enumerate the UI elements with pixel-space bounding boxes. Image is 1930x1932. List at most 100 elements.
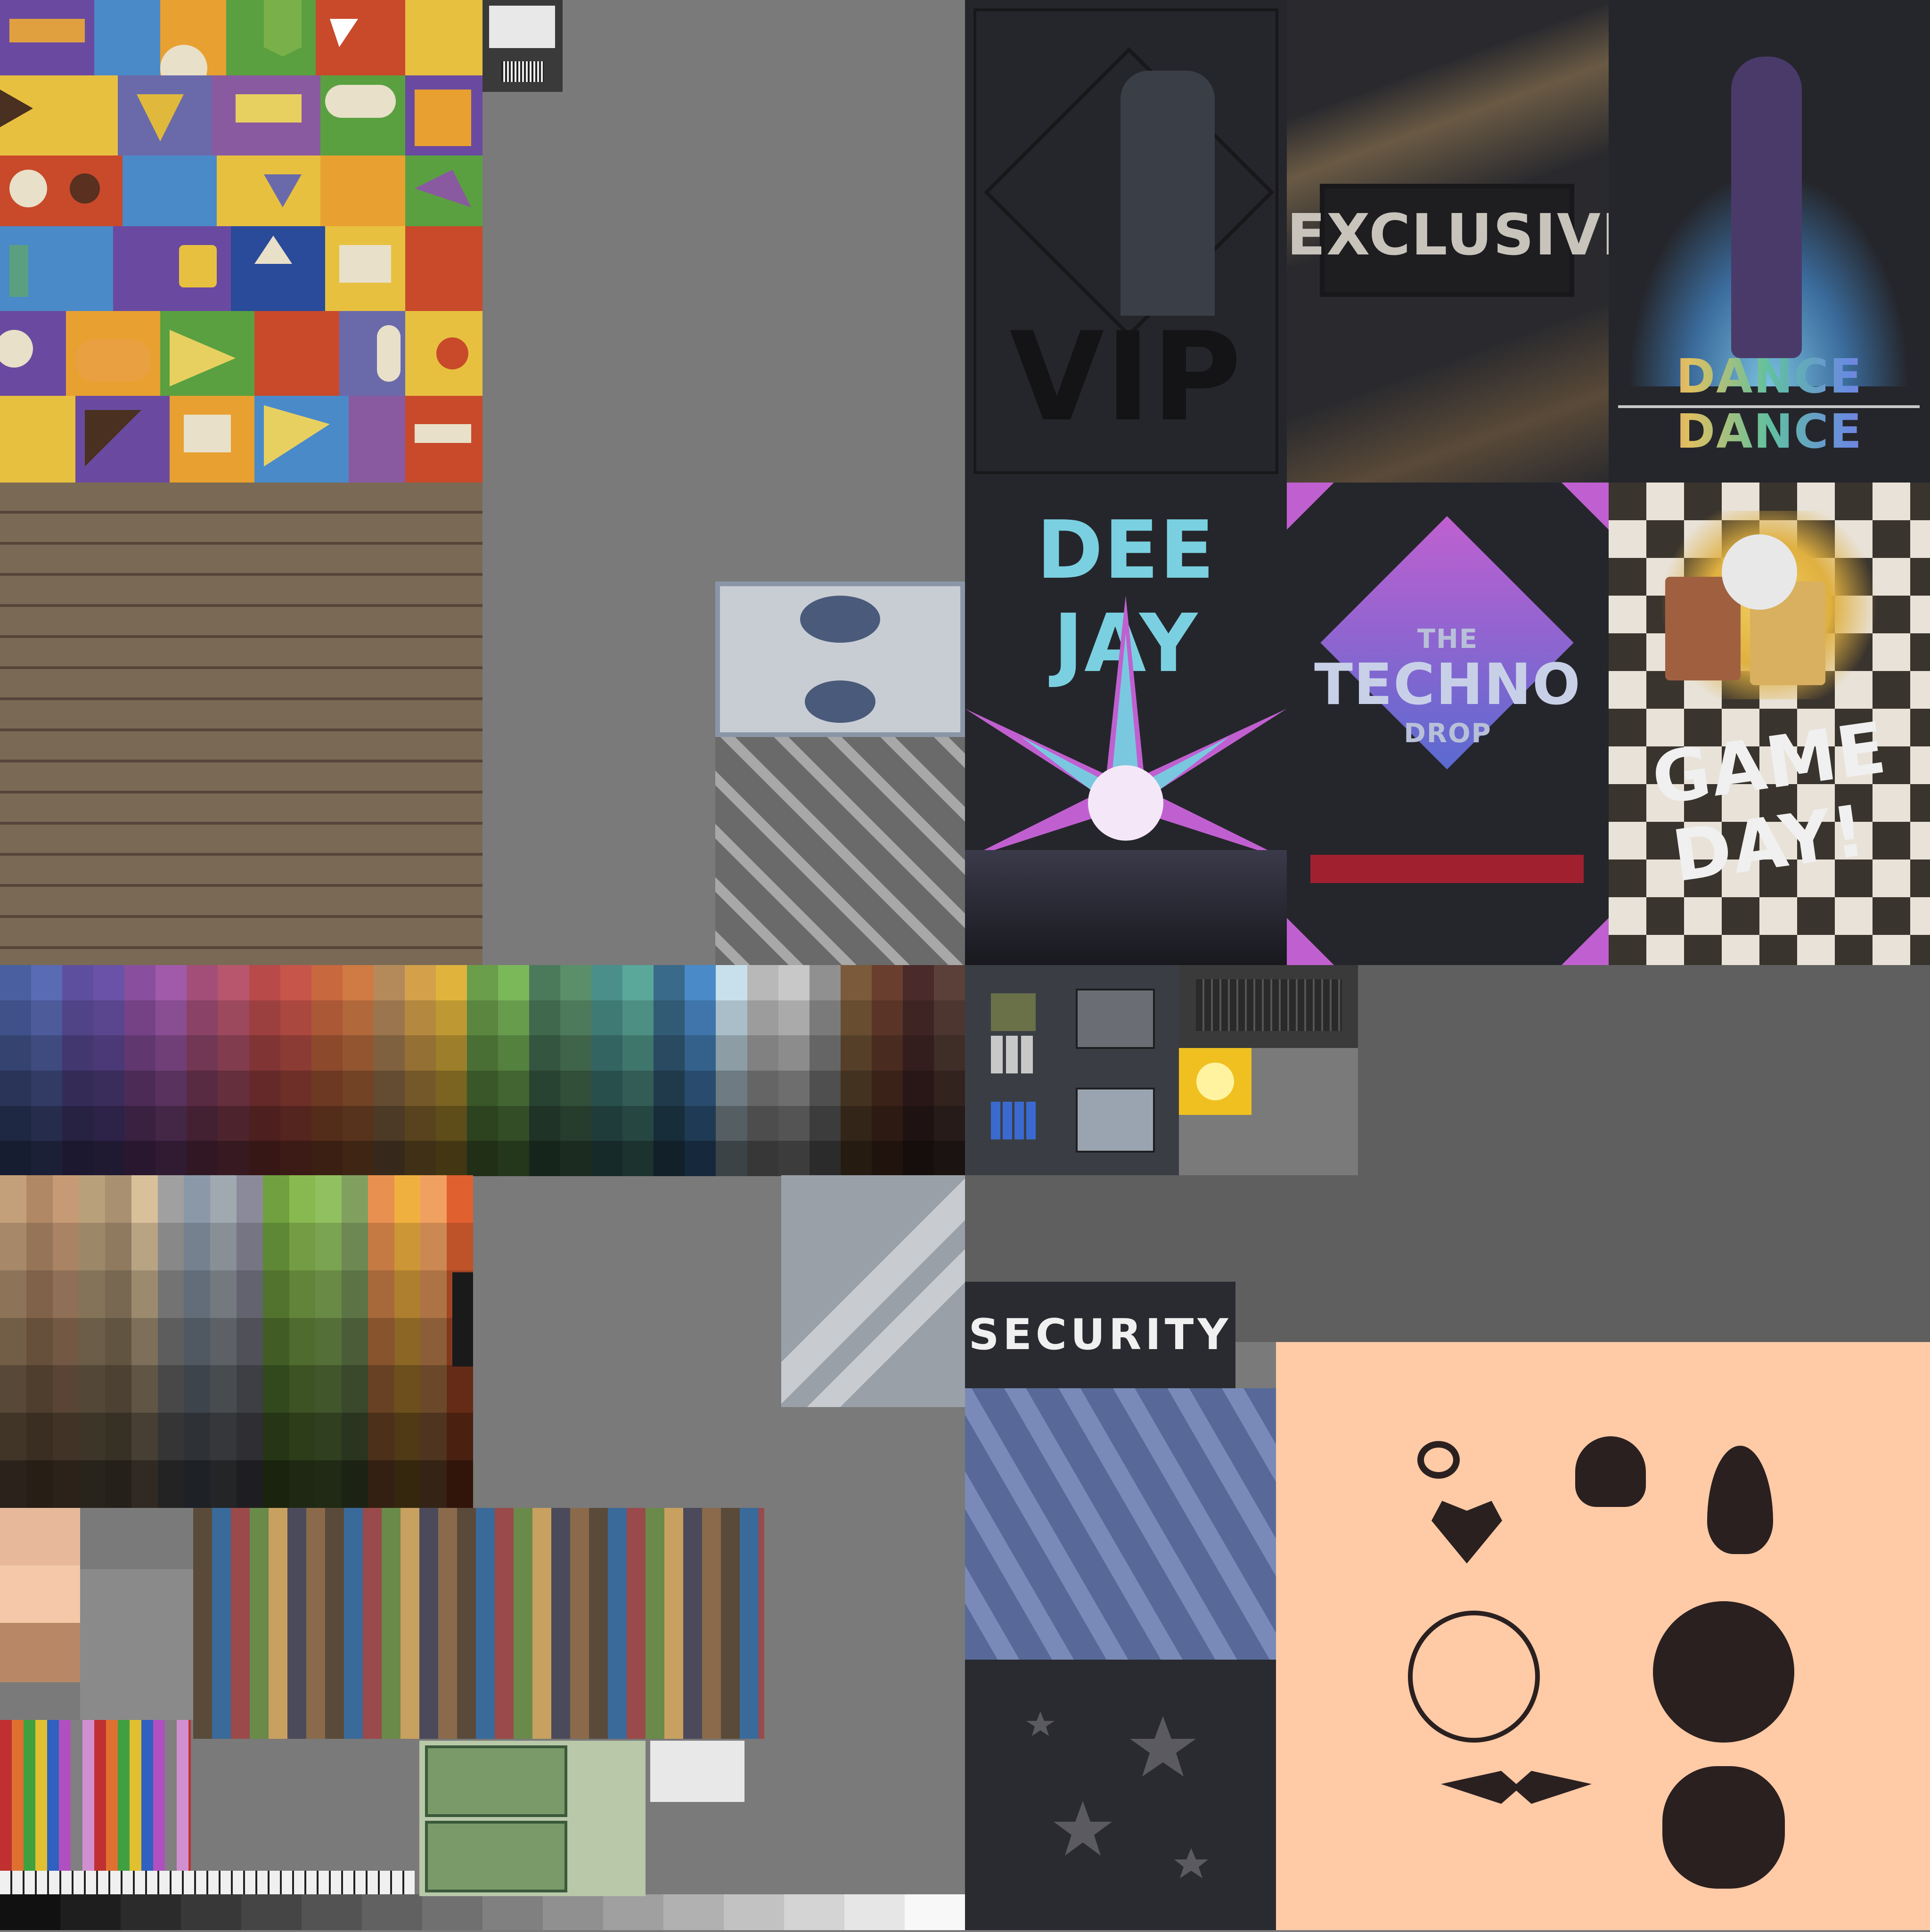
color-swatch xyxy=(218,1000,250,1036)
color-swatch xyxy=(654,1071,686,1106)
color-swatch xyxy=(435,1035,467,1071)
color-swatch xyxy=(155,965,188,1000)
color-swatch xyxy=(79,1365,106,1413)
dance-dance-poster: DANCE DANCE xyxy=(1609,0,1930,483)
color-swatch xyxy=(249,965,281,1000)
color-swatch xyxy=(342,1000,374,1036)
color-swatch xyxy=(62,965,94,1000)
color-swatch xyxy=(52,1175,79,1223)
color-swatch xyxy=(315,1413,342,1461)
color-swatch xyxy=(871,1105,903,1141)
color-swatch xyxy=(184,1175,211,1223)
color-swatch xyxy=(435,965,467,1000)
color-swatch xyxy=(93,965,125,1000)
color-swatch xyxy=(280,1105,312,1141)
crowd-silhouette xyxy=(965,850,1287,965)
color-swatch xyxy=(373,1141,405,1177)
color-swatch xyxy=(342,1413,368,1461)
color-swatch xyxy=(280,1035,312,1071)
color-swatch xyxy=(622,1000,654,1036)
color-swatch xyxy=(210,1270,237,1318)
color-swatch xyxy=(124,1000,156,1036)
dee-jay-poster: DEE JAY xyxy=(965,483,1287,965)
color-swatch xyxy=(52,1413,79,1461)
color-swatch xyxy=(933,1141,965,1177)
color-swatch xyxy=(933,1071,965,1106)
color-swatch xyxy=(124,1141,156,1177)
color-swatch xyxy=(249,1035,281,1071)
color-swatch xyxy=(131,1318,158,1366)
color-swatch xyxy=(560,1000,592,1036)
color-swatch xyxy=(435,1000,467,1036)
banknote-front xyxy=(425,1745,567,1817)
skull-badge-icon xyxy=(1662,1766,1785,1889)
color-swatch xyxy=(52,1460,79,1508)
color-swatch xyxy=(933,1000,965,1036)
color-swatch xyxy=(809,1000,841,1036)
color-swatch xyxy=(498,1071,530,1106)
color-swatch xyxy=(0,1270,26,1318)
color-swatch xyxy=(809,1035,841,1071)
color-swatch xyxy=(210,1413,237,1461)
color-swatch xyxy=(778,1035,810,1071)
color-swatch xyxy=(184,1318,211,1366)
red-bar xyxy=(1310,855,1584,883)
color-swatch xyxy=(289,1460,316,1508)
color-swatch xyxy=(498,1035,530,1071)
vip-figure-silhouette xyxy=(1120,71,1215,316)
vip-poster: VIP xyxy=(965,0,1287,483)
color-swatch xyxy=(31,1141,63,1177)
color-swatch xyxy=(210,1460,237,1508)
dance-dance-title: DANCE DANCE xyxy=(1609,349,1930,459)
color-swatch xyxy=(93,1105,125,1141)
color-swatch xyxy=(237,1318,263,1366)
color-swatch xyxy=(840,1035,872,1071)
color-swatch xyxy=(902,1105,934,1141)
security-label: SECURITY xyxy=(968,1310,1232,1359)
color-swatch xyxy=(560,1071,592,1106)
color-swatch xyxy=(404,965,436,1000)
calculator-icon xyxy=(1076,989,1155,1049)
color-swatch xyxy=(52,1270,79,1318)
color-swatch xyxy=(809,1071,841,1106)
color-swatch xyxy=(933,1105,965,1141)
techno-drop-poster: THE TECHNO DROP xyxy=(1287,483,1609,965)
color-swatch xyxy=(622,1141,654,1177)
color-swatch xyxy=(342,1270,368,1318)
color-swatch xyxy=(311,1071,343,1106)
color-swatch xyxy=(420,1175,447,1223)
color-swatch xyxy=(447,1413,474,1461)
greyscale-swatch xyxy=(543,1894,603,1930)
color-swatch xyxy=(26,1222,53,1270)
color-swatch xyxy=(187,1000,219,1036)
color-swatch xyxy=(124,1035,156,1071)
color-swatch xyxy=(155,1071,188,1106)
color-swatch xyxy=(368,1222,394,1270)
color-swatch xyxy=(394,1413,421,1461)
color-swatch xyxy=(26,1413,53,1461)
color-swatch xyxy=(124,1105,156,1141)
color-swatch xyxy=(716,1071,748,1106)
greyscale-swatch xyxy=(905,1894,965,1930)
color-swatch xyxy=(31,1035,63,1071)
color-swatch xyxy=(342,1035,374,1071)
color-swatch xyxy=(591,965,623,1000)
color-swatch xyxy=(131,1460,158,1508)
color-swatch xyxy=(778,1071,810,1106)
greyscale-strip xyxy=(0,1894,965,1930)
color-swatch xyxy=(157,1460,184,1508)
color-swatch xyxy=(237,1222,263,1270)
color-swatch xyxy=(560,1035,592,1071)
color-swatch xyxy=(0,1105,32,1141)
color-swatch xyxy=(218,1105,250,1141)
color-swatch xyxy=(622,1071,654,1106)
color-swatch xyxy=(187,1141,219,1177)
color-swatch xyxy=(368,1413,394,1461)
color-swatch xyxy=(591,1105,623,1141)
color-swatch xyxy=(404,1035,436,1071)
color-swatch xyxy=(498,1000,530,1036)
underline-bar xyxy=(1618,405,1920,408)
color-swatch xyxy=(840,1071,872,1106)
color-swatch xyxy=(210,1222,237,1270)
color-swatch xyxy=(685,1141,717,1177)
